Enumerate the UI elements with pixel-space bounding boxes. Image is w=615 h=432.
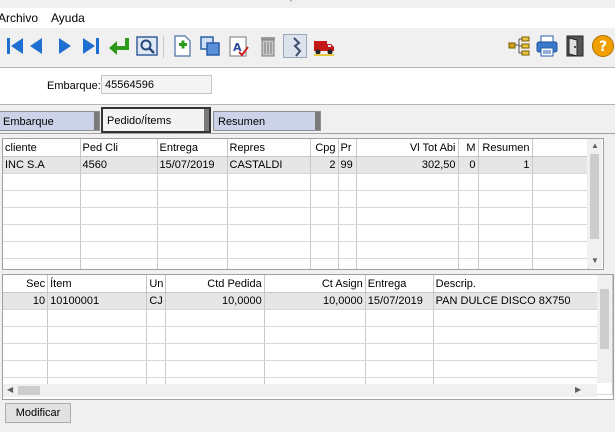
tab-embarque[interactable]: Embarque <box>0 111 100 131</box>
table-row[interactable]: 10 10100001 CJ 10,0000 10,0000 15/07/201… <box>3 292 613 310</box>
cell-un[interactable]: CJ <box>146 292 167 310</box>
prev-record-icon[interactable] <box>25 34 49 58</box>
orders-table: cliente Ped Cli Entrega Repres Cpg Pr Vl… <box>3 139 589 269</box>
first-record-icon[interactable] <box>3 34 27 58</box>
items-hscroll[interactable]: ◀ ▶ <box>3 384 597 397</box>
col-ct-asign[interactable]: Ct Asign <box>264 275 366 293</box>
cell-cpg[interactable]: 2 <box>310 156 339 174</box>
header-band: Embarque: 45564596 <box>0 67 615 105</box>
cell-item[interactable]: 10100001 <box>47 292 148 310</box>
col-m[interactable]: M <box>458 139 479 157</box>
tab-resumen-label: Resumen <box>218 116 266 128</box>
empty-row <box>3 173 589 191</box>
col-cpg[interactable]: Cpg <box>310 139 339 157</box>
items-grid[interactable]: Sec Ítem Un Ctd Pedida Ct Asign Entrega … <box>2 274 614 400</box>
col-ctd-pedida[interactable]: Ctd Pedida <box>165 275 265 293</box>
title-fragment: ' <box>290 0 292 9</box>
col-resumen[interactable]: Resumen <box>478 139 533 157</box>
col-vl-tot-abi[interactable]: Vl Tot Abi <box>356 139 459 157</box>
preview-icon[interactable] <box>135 34 159 58</box>
cell-sec[interactable]: 10 <box>3 292 49 310</box>
scroll-thumb[interactable] <box>18 386 40 395</box>
embarque-field[interactable]: 45564596 <box>101 75 212 94</box>
svg-text:A: A <box>233 41 242 54</box>
col-repres[interactable]: Repres <box>227 139 311 157</box>
items-header-row: Sec Ítem Un Ctd Pedida Ct Asign Entrega … <box>3 275 613 293</box>
cell-descrip[interactable]: PAN DULCE DISCO 8X750 <box>433 292 613 310</box>
modify-button[interactable]: Modificar <box>5 403 71 423</box>
menu-archivo[interactable]: Archivo <box>0 11 38 25</box>
col-entrega[interactable]: Entrega <box>365 275 434 293</box>
truck-icon[interactable] <box>312 34 336 58</box>
scroll-left-icon[interactable]: ◀ <box>7 385 13 395</box>
empty-row <box>3 343 613 361</box>
empty-row <box>3 326 613 344</box>
col-item[interactable]: Ítem <box>47 275 148 293</box>
tab-shadow <box>315 112 320 130</box>
scroll-up-icon[interactable]: ▲ <box>591 141 599 151</box>
col-un[interactable]: Un <box>146 275 167 293</box>
orders-header-row: cliente Ped Cli Entrega Repres Cpg Pr Vl… <box>3 139 589 157</box>
cell-vl-tot-abi[interactable]: 302,50 <box>356 156 459 174</box>
empty-row <box>3 207 589 225</box>
orders-vscroll[interactable]: ▲ ▼ <box>587 139 602 268</box>
col-pr[interactable]: Pr <box>338 139 357 157</box>
scroll-thumb[interactable] <box>590 154 599 239</box>
cell-entrega[interactable]: 15/07/2019 <box>157 156 228 174</box>
exit-door-icon[interactable] <box>563 34 587 58</box>
col-filler <box>532 139 589 157</box>
help-icon[interactable]: ? <box>591 34 615 58</box>
tab-shadow <box>94 112 99 130</box>
cell-resumen[interactable]: 1 <box>478 156 533 174</box>
cell-ct-asign[interactable]: 10,0000 <box>264 292 366 310</box>
items-vscroll[interactable] <box>597 275 612 383</box>
col-sec[interactable]: Sec <box>3 275 49 293</box>
cell-cliente[interactable]: INC S.A <box>3 156 81 174</box>
empty-row <box>3 241 589 259</box>
empty-row <box>3 309 613 327</box>
new-document-icon[interactable] <box>170 34 194 58</box>
cell-pr[interactable]: 99 <box>338 156 357 174</box>
printer-icon[interactable] <box>535 34 559 58</box>
empty-row <box>3 190 589 208</box>
scroll-thumb[interactable] <box>600 289 609 349</box>
orders-grid[interactable]: cliente Ped Cli Entrega Repres Cpg Pr Vl… <box>2 138 604 270</box>
cell-ctd-pedida[interactable]: 10,0000 <box>165 292 265 310</box>
cell-entrega[interactable]: 15/07/2019 <box>365 292 434 310</box>
cell-repres[interactable]: CASTALDI <box>227 156 311 174</box>
cell-filler <box>532 156 589 174</box>
last-record-icon[interactable] <box>79 34 103 58</box>
undo-arrow-icon[interactable] <box>107 34 131 58</box>
tab-embarque-label: Embarque <box>3 116 54 128</box>
next-record-icon[interactable] <box>52 34 76 58</box>
col-ped-cli[interactable]: Ped Cli <box>80 139 158 157</box>
col-entrega[interactable]: Entrega <box>157 139 228 157</box>
tab-pedido-items[interactable]: Pedido/Ítems <box>101 107 211 133</box>
spell-check-icon[interactable]: A <box>227 34 251 58</box>
empty-row <box>3 258 589 269</box>
copy-windows-icon[interactable] <box>198 34 222 58</box>
toolbar-separator <box>163 36 164 58</box>
tab-shadow <box>204 109 209 131</box>
col-cliente[interactable]: cliente <box>3 139 81 157</box>
embarque-label: Embarque: <box>47 80 101 92</box>
cell-ped-cli[interactable]: 4560 <box>80 156 158 174</box>
empty-row <box>3 360 613 378</box>
table-row[interactable]: INC S.A 4560 15/07/2019 CASTALDI 2 99 30… <box>3 156 589 174</box>
tree-icon[interactable] <box>507 34 531 58</box>
menubar: Archivo Ayuda <box>0 8 615 28</box>
trash-icon[interactable] <box>256 34 280 58</box>
items-table: Sec Ítem Un Ctd Pedida Ct Asign Entrega … <box>3 275 613 395</box>
menu-ayuda[interactable]: Ayuda <box>51 11 85 25</box>
cell-m[interactable]: 0 <box>458 156 479 174</box>
tab-resumen[interactable]: Resumen <box>213 111 321 131</box>
scroll-right-icon[interactable]: ▶ <box>575 385 581 395</box>
col-descrip[interactable]: Descrip. <box>433 275 613 293</box>
scroll-down-icon[interactable]: ▼ <box>591 256 599 266</box>
empty-row <box>3 224 589 242</box>
lightning-icon[interactable] <box>283 34 307 58</box>
tab-pedido-items-label: Pedido/Ítems <box>107 115 172 127</box>
svg-text:?: ? <box>599 39 607 55</box>
toolbar: A ? <box>0 30 615 64</box>
